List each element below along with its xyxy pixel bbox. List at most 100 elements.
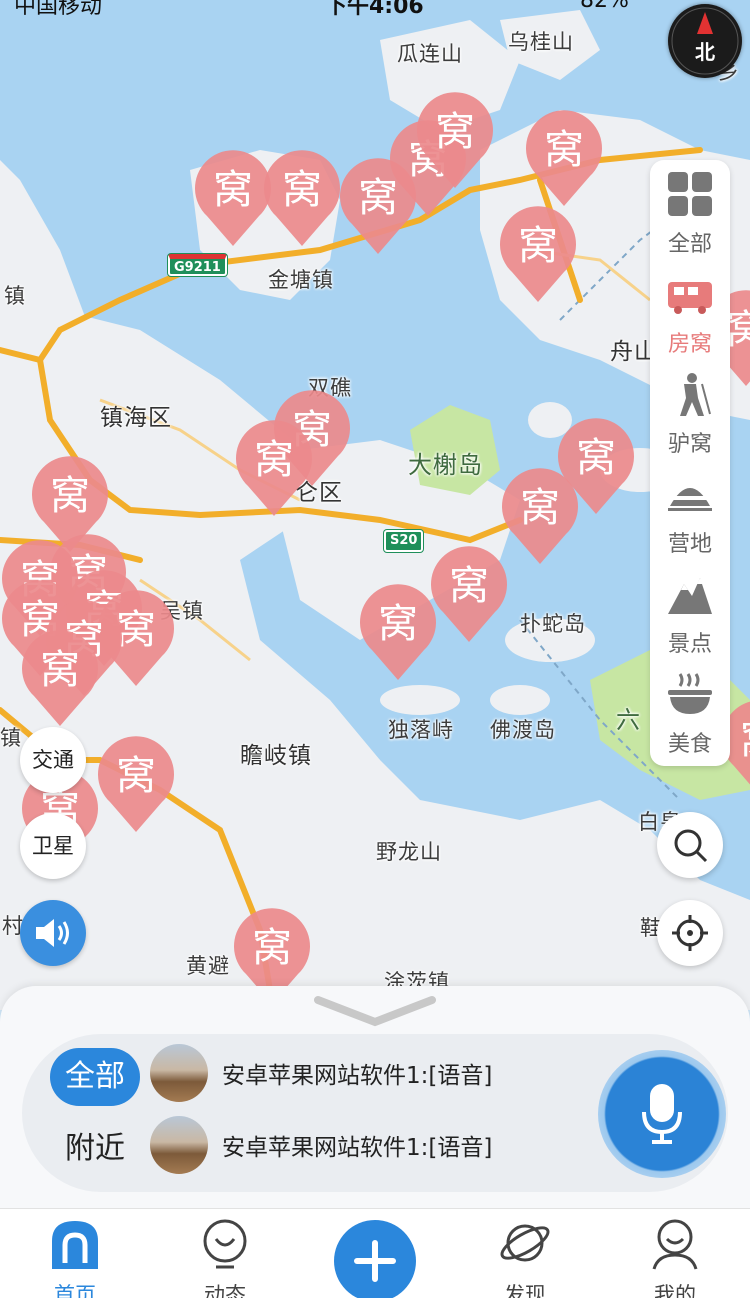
nav-label: 发现 bbox=[504, 1283, 546, 1298]
clock: 下午4:06 bbox=[325, 0, 424, 19]
search-button[interactable] bbox=[657, 812, 723, 878]
map-marker[interactable]: 窝 bbox=[262, 150, 342, 248]
category-hiking[interactable]: 驴窝 bbox=[650, 360, 730, 460]
place-label: 金塘镇 bbox=[268, 268, 334, 292]
crosshair-icon bbox=[672, 915, 708, 951]
satellite-toggle[interactable]: 卫星 bbox=[20, 813, 86, 879]
map-marker[interactable]: 窝 bbox=[429, 546, 509, 644]
marker-label: 窝 bbox=[378, 601, 418, 647]
compass[interactable]: 北 bbox=[668, 4, 742, 78]
category-all[interactable]: 全部 bbox=[650, 160, 730, 260]
add-post-button[interactable] bbox=[334, 1220, 416, 1298]
map-view[interactable]: 瓜连山 乌桂山 金塘镇 镇 双礁 镇海区 大榭岛 仑区 舟山 扑蛇岛 吴镇 瞻岐… bbox=[0, 0, 750, 1010]
microphone-icon bbox=[642, 1084, 682, 1144]
nav-discover[interactable]: 发现 bbox=[470, 1209, 580, 1298]
marker-label: 窝 bbox=[518, 223, 558, 269]
status-bar: 中国移动 下午4:06 82% bbox=[0, 0, 750, 20]
feed-tab-nearby[interactable]: 附近 bbox=[50, 1120, 140, 1178]
marker-label: 窝 bbox=[520, 485, 560, 531]
traffic-toggle[interactable]: 交通 bbox=[20, 727, 86, 793]
map-marker[interactable]: 窝 bbox=[234, 420, 314, 518]
avatar bbox=[150, 1044, 208, 1102]
place-label: 瓜连山 bbox=[397, 42, 463, 66]
nav-home[interactable]: 首页 bbox=[20, 1209, 130, 1298]
category-food[interactable]: 美食 bbox=[650, 660, 730, 760]
place-label: 野龙山 bbox=[376, 840, 442, 864]
nav-label: 我的 bbox=[654, 1283, 696, 1298]
map-marker[interactable]: 窝 bbox=[500, 468, 580, 566]
map-marker[interactable]: 窝 bbox=[20, 630, 100, 728]
place-label: 镇海区 bbox=[100, 405, 172, 431]
speaker-button[interactable] bbox=[20, 900, 86, 966]
nav-profile[interactable]: 我的 bbox=[620, 1209, 730, 1298]
marker-label: 窝 bbox=[213, 167, 253, 213]
place-label: 独落峙 bbox=[388, 718, 454, 742]
plus-icon bbox=[354, 1240, 396, 1282]
place-label: 乌桂山 bbox=[508, 30, 574, 54]
nav-label: 首页 bbox=[54, 1283, 96, 1298]
place-label: 佛渡岛 bbox=[490, 718, 556, 742]
nav-label: 动态 bbox=[204, 1283, 246, 1298]
grid-icon bbox=[668, 172, 712, 216]
profile-icon bbox=[652, 1219, 698, 1270]
carrier-label: 中国移动 bbox=[14, 0, 103, 19]
category-panel: 全部 房窝 驴窝 营地 景点 美食 bbox=[650, 160, 730, 766]
place-label: 大榭岛 bbox=[408, 451, 483, 479]
feed-item[interactable]: 安卓苹果网站软件1:[语音] bbox=[150, 1044, 570, 1106]
category-rv[interactable]: 房窝 bbox=[650, 260, 730, 360]
compass-north-label: 北 bbox=[695, 40, 715, 64]
search-icon bbox=[674, 829, 708, 863]
road-shield: G9211 bbox=[168, 254, 227, 276]
feed-item[interactable]: 安卓苹果网站软件1:[语音] bbox=[150, 1116, 570, 1178]
place-label: 瞻岐镇 bbox=[240, 743, 312, 769]
map-base bbox=[0, 0, 750, 1010]
place-label: 六 bbox=[616, 706, 641, 734]
hiker-icon bbox=[668, 372, 712, 416]
chat-sheet: 全部 附近 安卓苹果网站软件1:[语音] 安卓苹果网站软件1:[语音] bbox=[0, 986, 750, 1208]
mountain-icon bbox=[668, 578, 712, 614]
category-label: 美食 bbox=[667, 732, 712, 757]
map-marker[interactable]: 窝 bbox=[96, 736, 176, 834]
speaker-icon bbox=[36, 919, 69, 947]
feed-item-text: 安卓苹果网站软件1:[语音] bbox=[222, 1063, 493, 1089]
marker-label: 窝 bbox=[116, 753, 156, 799]
rv-icon bbox=[668, 282, 712, 314]
category-label: 景点 bbox=[667, 632, 712, 657]
home-icon bbox=[52, 1221, 98, 1269]
nav-dynamic[interactable]: 动态 bbox=[170, 1209, 280, 1298]
place-label: 镇 bbox=[0, 726, 22, 750]
feed-tab-all[interactable]: 全部 bbox=[50, 1048, 140, 1106]
marker-label: 窝 bbox=[40, 647, 80, 693]
map-marker[interactable]: 窝 bbox=[415, 92, 495, 190]
feed-item-text: 安卓苹果网站软件1:[语音] bbox=[222, 1135, 493, 1161]
category-label: 全部 bbox=[667, 232, 712, 257]
marker-label: 窝 bbox=[252, 925, 292, 971]
marker-label: 窝 bbox=[449, 563, 489, 609]
map-marker[interactable]: 窝 bbox=[193, 150, 273, 248]
tent-icon bbox=[668, 488, 712, 511]
bowl-icon bbox=[668, 673, 712, 714]
dynamic-icon bbox=[203, 1219, 247, 1269]
marker-label: 窝 bbox=[282, 167, 322, 213]
map-marker[interactable]: 窝 bbox=[524, 110, 604, 208]
place-label: 黄避 bbox=[186, 954, 230, 978]
category-camp[interactable]: 营地 bbox=[650, 460, 730, 560]
avatar bbox=[150, 1116, 208, 1174]
voice-record-button[interactable] bbox=[598, 1050, 726, 1178]
battery-level: 82% bbox=[580, 0, 629, 13]
voice-feed: 全部 附近 安卓苹果网站软件1:[语音] 安卓苹果网站软件1:[语音] bbox=[22, 1034, 728, 1192]
road-shield: S20 bbox=[384, 530, 424, 552]
category-scenic[interactable]: 景点 bbox=[650, 560, 730, 660]
planet-icon bbox=[500, 1224, 550, 1262]
locate-button[interactable] bbox=[657, 900, 723, 966]
category-label: 驴窝 bbox=[667, 432, 712, 457]
place-label: 镇 bbox=[4, 284, 26, 308]
marker-label: 窝 bbox=[435, 109, 475, 155]
category-label: 营地 bbox=[667, 532, 712, 557]
map-marker[interactable]: 窝 bbox=[358, 584, 438, 682]
collapse-chevron-icon[interactable] bbox=[314, 994, 436, 1030]
category-label: 房窝 bbox=[667, 332, 712, 357]
marker-label: 窝 bbox=[544, 127, 584, 173]
marker-label: 窝 bbox=[254, 437, 294, 483]
map-marker[interactable]: 窝 bbox=[498, 206, 578, 304]
